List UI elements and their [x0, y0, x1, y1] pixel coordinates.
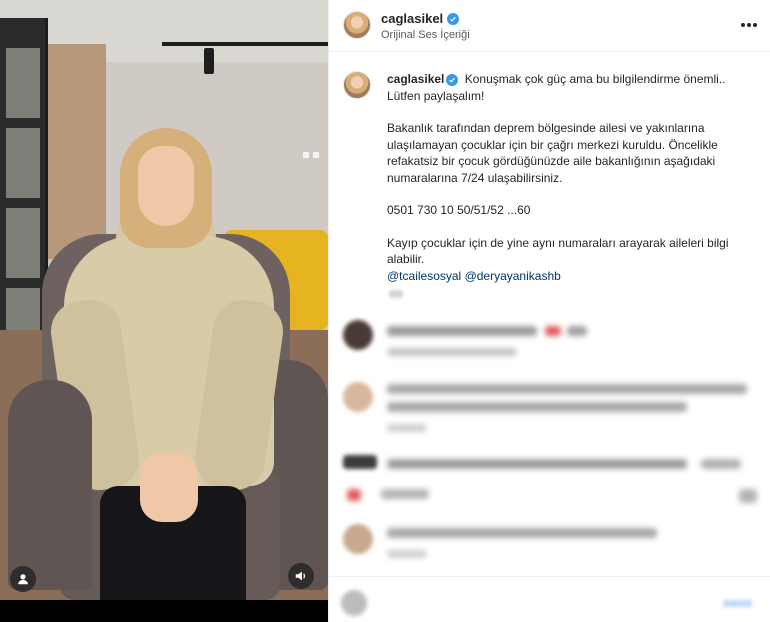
caption-line: alabilir. [387, 252, 425, 266]
post-header: caglasikel Orijinal Ses İçeriği [329, 0, 770, 52]
avatar [341, 590, 367, 616]
mention-link[interactable]: @deryayanikashb [465, 269, 561, 283]
post-comment-button[interactable]: ■■■■ [723, 596, 752, 610]
caption-line: Lütfen paylaşalım! [387, 88, 485, 103]
comment-item [341, 320, 761, 360]
caption-line: refakatsiz bir çocuk gördüğünüzde aile b… [387, 154, 716, 168]
caption-phone: 0501 730 10 50/51/52 ...60 [387, 203, 531, 217]
audio-label[interactable]: Orijinal Ses İçeriği [381, 29, 470, 41]
user-tag-icon[interactable] [10, 566, 36, 592]
comment-item [341, 520, 761, 570]
add-comment-input[interactable] [375, 594, 705, 612]
comment-item [341, 378, 761, 438]
caption-avatar[interactable] [343, 71, 371, 99]
post-panel: caglasikel Orijinal Ses İçeriği caglasik… [328, 0, 770, 622]
volume-icon[interactable] [288, 563, 314, 589]
caption-line: Konuşmak çok güç ama bu bilgilendirme ön… [464, 72, 726, 86]
post-caption: caglasikel Konuşmak çok güç ama bu bilgi… [387, 71, 759, 284]
caption-line: Kayıp çocuklar için de yine aynı numaral… [387, 235, 729, 250]
avatar[interactable] [343, 11, 371, 39]
caption-line: ulaşılamayan çocuklar için bir çağrı mer… [387, 137, 718, 152]
post-media[interactable] [0, 0, 328, 622]
caption-line: numaralarına 7/24 ulaşabilirsiniz. [387, 170, 563, 185]
more-options-icon[interactable] [737, 14, 761, 36]
mention-link[interactable]: @tcailesosyal [387, 269, 461, 283]
header-username[interactable]: caglasikel [381, 11, 443, 26]
video-frame [0, 0, 328, 600]
verified-badge-icon [447, 12, 460, 25]
caption-username[interactable]: caglasikel [387, 72, 444, 86]
verified-badge-icon [446, 74, 459, 86]
carousel-indicator [303, 152, 319, 158]
caption-line: Bakanlık tarafından deprem bölgesinde ai… [387, 121, 705, 135]
caption-timestamp [389, 290, 403, 298]
comment-item [341, 455, 761, 511]
